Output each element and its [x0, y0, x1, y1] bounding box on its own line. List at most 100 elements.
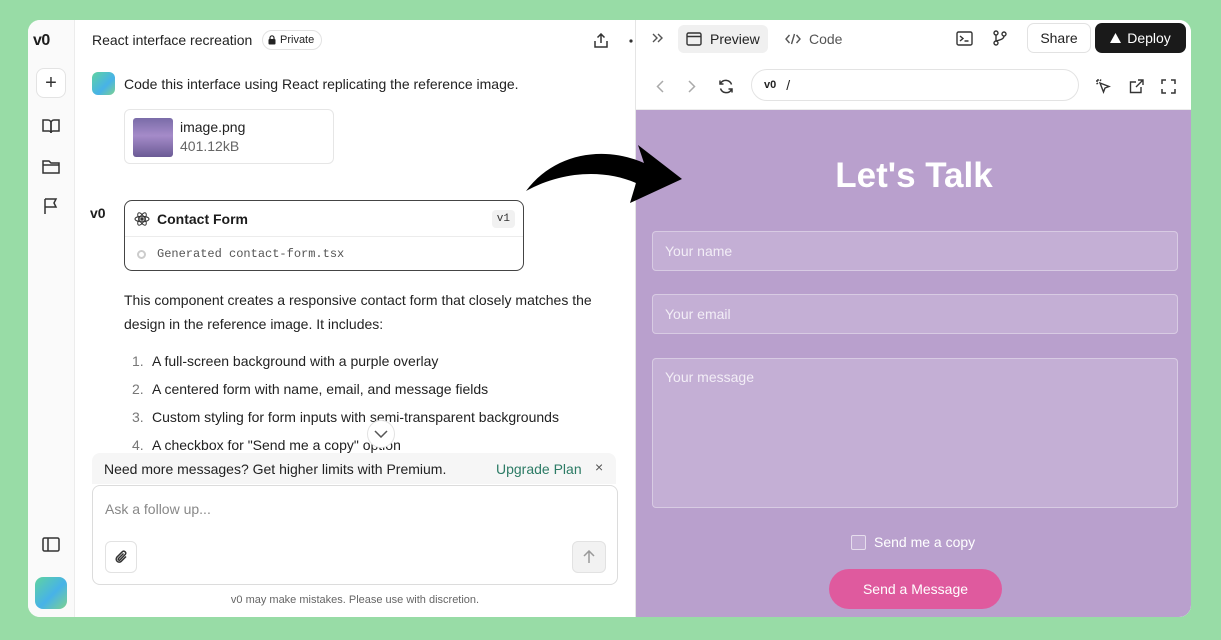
preview-panel: Preview Code Share Deploy v0 / Let's Tal…: [635, 20, 1191, 617]
attachment-card[interactable]: image.png 401.12kB: [124, 109, 334, 164]
react-icon: [134, 212, 150, 226]
terminal-icon: [955, 30, 973, 46]
plus-icon: +: [45, 71, 57, 94]
feedback-button[interactable]: [36, 191, 66, 221]
share-upload-button[interactable]: [590, 30, 612, 52]
tab-preview[interactable]: Preview: [678, 25, 768, 53]
send-copy-checkbox[interactable]: [851, 534, 866, 550]
name-field[interactable]: [652, 231, 1178, 271]
user-message-avatar: [92, 72, 115, 95]
feature-list-item: 1. A full-screen background with a purple…: [132, 353, 559, 381]
attachment-size: 401.12kB: [180, 138, 240, 154]
feature-list-item: 2. A centered form with name, email, and …: [132, 381, 559, 409]
panel-toggle-icon: [42, 536, 60, 552]
url-logo: v0: [764, 79, 777, 91]
toggle-sidebar-button[interactable]: [36, 529, 66, 559]
left-rail: v0 +: [28, 20, 75, 617]
url-path: /: [786, 77, 791, 93]
feature-list-text: A full-screen background with a purple o…: [152, 353, 439, 369]
send-message-button[interactable]: Send a Message: [829, 569, 1002, 609]
feature-list-text: Custom styling for form inputs with semi…: [152, 409, 559, 425]
message-field[interactable]: [652, 358, 1178, 508]
library-button[interactable]: [36, 111, 66, 141]
open-new-tab-button[interactable]: [1126, 76, 1146, 96]
forward-button[interactable]: [682, 76, 702, 96]
flag-icon: [44, 198, 58, 214]
arrow-up-icon: [583, 550, 595, 563]
user-message-text: Code this interface using React replicat…: [124, 75, 519, 92]
assistant-description: This component creates a responsive cont…: [124, 292, 592, 332]
curved-arrow-annotation: [526, 145, 682, 203]
preview-canvas: Let's Talk Send me a copy Send a Message: [636, 110, 1191, 617]
send-copy-row: Send me a copy: [851, 534, 975, 550]
tab-code[interactable]: Code: [777, 25, 850, 53]
send-copy-label[interactable]: Send me a copy: [874, 534, 975, 550]
form-title: Let's Talk: [835, 156, 993, 195]
deploy-button[interactable]: Deploy: [1095, 23, 1186, 53]
feature-list: 1. A full-screen background with a purple…: [132, 353, 559, 465]
back-button[interactable]: [650, 76, 670, 96]
attach-button[interactable]: [105, 541, 137, 573]
upgrade-text: Need more messages? Get higher limits wi…: [104, 461, 447, 477]
feature-list-number: 2.: [132, 381, 144, 397]
terminal-button[interactable]: [954, 28, 974, 48]
tab-code-label: Code: [809, 31, 843, 47]
close-banner-button[interactable]: ×: [595, 459, 603, 475]
upgrade-plan-link[interactable]: Upgrade Plan: [496, 461, 582, 477]
chat-title[interactable]: React interface recreation: [92, 32, 252, 48]
url-field[interactable]: v0 /: [751, 69, 1079, 101]
attachment-thumbnail: [133, 118, 173, 157]
attachment-name: image.png: [180, 119, 246, 135]
select-element-button[interactable]: [1093, 76, 1113, 96]
deploy-label: Deploy: [1127, 30, 1171, 46]
tab-preview-label: Preview: [710, 31, 760, 47]
feature-list-number: 3.: [132, 409, 144, 425]
status-dot: [137, 250, 146, 259]
card-title: Contact Form: [157, 211, 248, 227]
feature-list-text: A centered form with name, email, and me…: [152, 381, 489, 397]
paperclip-icon: [115, 550, 127, 563]
collapse-panel-button[interactable]: [648, 28, 668, 48]
lock-icon: [268, 35, 276, 45]
share-button[interactable]: Share: [1027, 23, 1091, 53]
preview-toolbar: Preview Code Share Deploy: [636, 20, 1191, 62]
scroll-down-button[interactable]: [367, 420, 395, 448]
share-upload-icon: [594, 33, 608, 48]
folder-icon: [42, 159, 60, 174]
chat-header: React interface recreation Private: [75, 20, 645, 62]
refresh-icon: [719, 79, 733, 93]
disclaimer: v0 may make mistakes. Please use with di…: [230, 594, 480, 606]
v0-logo[interactable]: v0: [33, 32, 50, 50]
user-message: Code this interface using React replicat…: [92, 72, 519, 95]
chevron-left-icon: [656, 79, 664, 93]
assistant-logo: v0: [90, 205, 106, 221]
refresh-button[interactable]: [716, 76, 736, 96]
external-link-icon: [1129, 78, 1144, 93]
chevron-right-icon: [688, 79, 696, 93]
projects-button[interactable]: [36, 151, 66, 181]
upgrade-banner: Need more messages? Get higher limits wi…: [92, 453, 616, 484]
visibility-badge[interactable]: Private: [262, 30, 323, 50]
user-avatar[interactable]: [35, 577, 67, 609]
chat-panel: React interface recreation Private Code …: [75, 20, 645, 617]
email-field[interactable]: [652, 294, 1178, 334]
follow-up-input[interactable]: [105, 498, 585, 520]
double-chevron-icon: [652, 33, 663, 43]
feature-list-number: 1.: [132, 353, 144, 369]
browser-icon: [686, 32, 702, 46]
visibility-label: Private: [280, 34, 315, 46]
generated-component-card[interactable]: Contact Form v1 Generated contact-form.t…: [124, 200, 524, 271]
fullscreen-button[interactable]: [1158, 76, 1178, 96]
feature-list-item: 3. Custom styling for form inputs with se…: [132, 409, 559, 437]
new-chat-button[interactable]: +: [36, 68, 66, 98]
card-header: Contact Form v1: [125, 201, 523, 237]
cursor-select-icon: [1096, 79, 1111, 94]
code-icon: [785, 33, 801, 45]
preview-address-bar: v0 /: [636, 62, 1191, 110]
fullscreen-icon: [1160, 78, 1176, 94]
git-branch-button[interactable]: [990, 28, 1010, 48]
book-icon: [42, 119, 60, 134]
message-composer: [92, 485, 618, 585]
send-button[interactable]: [572, 541, 606, 573]
card-status: Generated contact-form.tsx: [157, 247, 345, 261]
